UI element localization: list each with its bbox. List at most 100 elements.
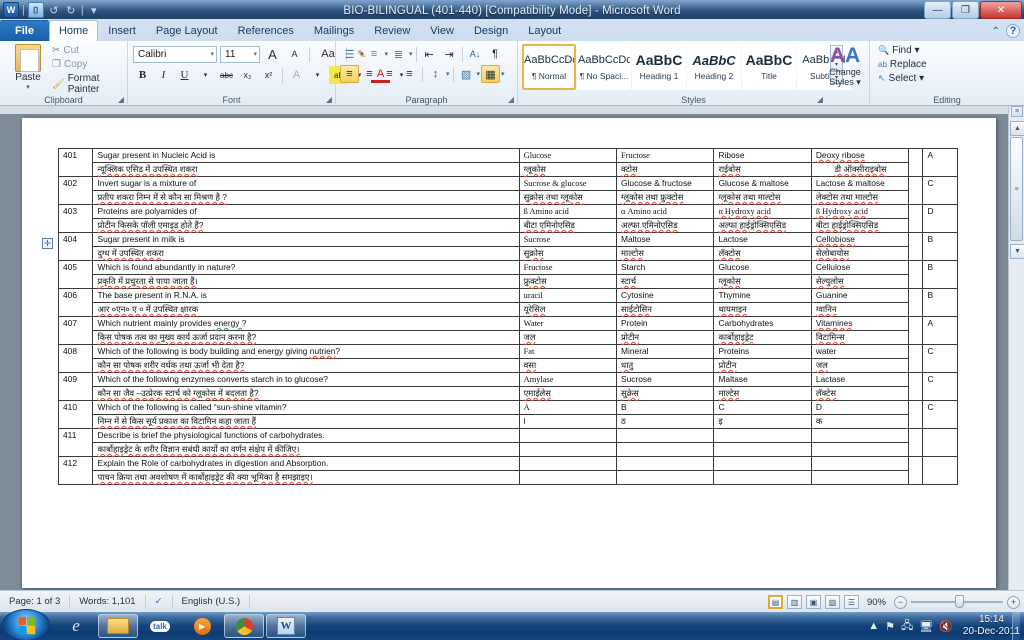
table-tools-tabs[interactable]: Design Layout bbox=[464, 20, 571, 41]
cell-option-c-english[interactable]: C bbox=[714, 401, 811, 415]
cell-option-b-hindi[interactable]: ग्लूकोस तथा फ्रुक्टोस bbox=[617, 191, 714, 205]
cell-option-d-hindi[interactable] bbox=[811, 471, 908, 485]
cell-option-c-hindi[interactable] bbox=[714, 471, 811, 485]
bullets-caret-icon[interactable]: ▾ bbox=[360, 50, 364, 58]
table-row[interactable]: पाचन क्रिया तथा अवशोषण में कार्बोहाइड्रे… bbox=[59, 471, 958, 485]
cell-answer[interactable]: B bbox=[923, 261, 958, 289]
copy-button[interactable]: ❐ Copy bbox=[52, 59, 127, 70]
scroll-down-button[interactable]: ▼ bbox=[1010, 244, 1024, 259]
tab-insert[interactable]: Insert bbox=[98, 20, 146, 41]
table-row[interactable]: आर ०एन० ए ० में उपस्थित क्षारकयूरेसिलसाई… bbox=[59, 303, 958, 317]
cell-option-b-hindi[interactable]: ठ bbox=[617, 415, 714, 429]
cell-question-number[interactable]: 402 bbox=[59, 177, 93, 205]
cell-option-c-hindi[interactable]: अल्फा हाईड्रोक्सिएसिड bbox=[714, 219, 811, 233]
cell-option-d-english[interactable]: Cellobiose bbox=[811, 233, 908, 247]
table-row[interactable]: न्यूक्लिक एसिड में उपस्थित शकराग्लूकोसक्… bbox=[59, 163, 958, 177]
cell-option-b-hindi[interactable]: साईटोसिन bbox=[617, 303, 714, 317]
cell-question-english[interactable]: The base present in R.N.A. is bbox=[93, 289, 519, 303]
cell-option-d-english[interactable]: Deoxy ribose bbox=[811, 149, 908, 163]
cell-option-a-english[interactable]: Amylase bbox=[519, 373, 616, 387]
word-logo-icon[interactable]: W bbox=[3, 2, 19, 18]
cell-answer[interactable] bbox=[923, 457, 958, 485]
network-icon[interactable]: 🖥 bbox=[919, 620, 933, 633]
cell-option-c-english[interactable]: Glucose & maltose bbox=[714, 177, 811, 191]
replace-button[interactable]: ab Replace bbox=[878, 59, 927, 70]
tab-references[interactable]: References bbox=[228, 20, 304, 41]
cell-option-b-english[interactable]: B bbox=[617, 401, 714, 415]
cell-option-d-english[interactable] bbox=[811, 429, 908, 443]
taskbar-google-talk[interactable]: talk bbox=[140, 614, 180, 638]
cell-option-d-hindi[interactable]: बीटा हाईड्रोक्सिएसिड bbox=[811, 219, 908, 233]
zoom-in-button[interactable]: + bbox=[1007, 596, 1020, 609]
style-title[interactable]: AaBbC Title bbox=[742, 44, 796, 90]
underline-button[interactable]: U bbox=[175, 66, 194, 84]
cell-option-d-english[interactable]: Cellulose bbox=[811, 261, 908, 275]
cell-option-b-hindi[interactable]: माल्टोस bbox=[617, 247, 714, 261]
table-row[interactable]: किस पोषक तत्व का मुख्य कार्य ऊर्जा प्रदा… bbox=[59, 331, 958, 345]
tab-layout[interactable]: Layout bbox=[518, 20, 571, 41]
grow-font-button[interactable]: A bbox=[263, 45, 282, 63]
cell-question-hindi[interactable]: प्रकृति में प्रचुरता से पाया जाता हैं। bbox=[93, 275, 519, 289]
taskbar-media-player[interactable]: ▶ bbox=[182, 614, 222, 638]
cell-option-c-english[interactable]: Maltase bbox=[714, 373, 811, 387]
cell-option-a-english[interactable]: Fat bbox=[519, 345, 616, 359]
table-row[interactable]: 410Which of the following is called “sun… bbox=[59, 401, 958, 415]
volume-muted-icon[interactable]: 🔇 bbox=[939, 620, 953, 633]
cell-option-a-english[interactable]: A bbox=[519, 401, 616, 415]
line-spacing-button[interactable]: ↕ bbox=[426, 65, 445, 83]
align-center-button[interactable]: ≡ bbox=[360, 65, 379, 83]
cell-option-a-english[interactable]: Sucrose & glucose bbox=[519, 177, 616, 191]
cell-option-b-hindi[interactable]: स्टार्च bbox=[617, 275, 714, 289]
borders-button[interactable]: ▦ bbox=[481, 65, 500, 83]
cell-answer[interactable]: B bbox=[923, 233, 958, 261]
cell-option-a-hindi[interactable]: जल bbox=[519, 331, 616, 345]
paste-button[interactable]: Paste ▾ bbox=[6, 44, 50, 91]
save-icon[interactable]: ⌷ bbox=[28, 2, 44, 18]
cell-option-a-hindi[interactable]: l bbox=[519, 415, 616, 429]
cell-option-b-english[interactable]: Starch bbox=[617, 261, 714, 275]
cell-option-b-english[interactable]: Fructose bbox=[617, 149, 714, 163]
strikethrough-button[interactable]: abc bbox=[217, 66, 236, 84]
text-effects-caret-icon[interactable]: ▾ bbox=[308, 66, 327, 84]
subscript-button[interactable]: x₂ bbox=[238, 66, 257, 84]
style-heading-2[interactable]: AaBbC Heading 2 bbox=[687, 44, 741, 90]
shading-caret-icon[interactable]: ▾ bbox=[477, 70, 481, 78]
undo-icon[interactable]: ↺ bbox=[47, 4, 61, 17]
multilevel-list-button[interactable]: ≣ bbox=[389, 45, 408, 63]
cell-answer[interactable] bbox=[923, 429, 958, 457]
scrollbar-thumb[interactable]: ≡ bbox=[1010, 137, 1023, 241]
cell-option-b-hindi[interactable] bbox=[617, 471, 714, 485]
language-indicator[interactable]: English (U.S.) bbox=[173, 595, 251, 609]
chevron-down-icon-2[interactable]: ▾ bbox=[250, 50, 257, 58]
cell-question-hindi[interactable]: आर ०एन० ए ० में उपस्थित क्षारक bbox=[93, 303, 519, 317]
table-row[interactable]: कार्बोहाइड्रेट के शरीर विज्ञान सबंधी कार… bbox=[59, 443, 958, 457]
cell-option-d-hindi[interactable]: सेलोबायोस bbox=[811, 247, 908, 261]
find-button[interactable]: 🔍 Find ▾ bbox=[878, 45, 927, 56]
cell-option-c-english[interactable]: Ribose bbox=[714, 149, 811, 163]
redo-icon[interactable]: ↻ bbox=[64, 4, 78, 17]
question-table[interactable]: 401Sugar present in Nucleic Acid isGluco… bbox=[58, 148, 958, 485]
cell-answer[interactable]: A bbox=[923, 149, 958, 177]
restore-button[interactable]: ❐ bbox=[952, 1, 979, 19]
cell-option-c-english[interactable]: Glucose bbox=[714, 261, 811, 275]
table-row[interactable]: निम्न में से किस सूर्य प्रकाश का विटामिन… bbox=[59, 415, 958, 429]
cell-option-b-english[interactable] bbox=[617, 457, 714, 471]
cell-question-hindi[interactable]: कौन सा जैव –उत्प्रेरक स्टार्च को ग्लूकोस… bbox=[93, 387, 519, 401]
justify-button[interactable]: ≡ bbox=[400, 65, 419, 83]
cell-option-a-hindi[interactable] bbox=[519, 443, 616, 457]
taskbar-microsoft-word[interactable]: W bbox=[266, 614, 306, 638]
cell-option-b-hindi[interactable]: धातु bbox=[617, 359, 714, 373]
cell-option-c-english[interactable]: Lactose bbox=[714, 233, 811, 247]
sort-button[interactable]: A↓ bbox=[466, 45, 485, 63]
bold-button[interactable]: B bbox=[133, 66, 152, 84]
document-page[interactable]: 401Sugar present in Nucleic Acid isGluco… bbox=[22, 118, 996, 588]
italic-button[interactable]: I bbox=[154, 66, 173, 84]
cell-option-d-english[interactable]: Lactase bbox=[811, 373, 908, 387]
table-row[interactable]: प्रतीप शकरा निम्न में से कौन सा मिश्रण ह… bbox=[59, 191, 958, 205]
cell-option-b-english[interactable]: Mineral bbox=[617, 345, 714, 359]
cell-question-number[interactable]: 408 bbox=[59, 345, 93, 373]
word-count[interactable]: Words: 1,101 bbox=[70, 595, 145, 609]
ribbon-tabs[interactable]: File Home Insert Page Layout References … bbox=[0, 19, 1024, 41]
table-row[interactable]: 411Describe is brief the physiological f… bbox=[59, 429, 958, 443]
show-hidden-icons-icon[interactable]: ▲ bbox=[868, 620, 879, 632]
